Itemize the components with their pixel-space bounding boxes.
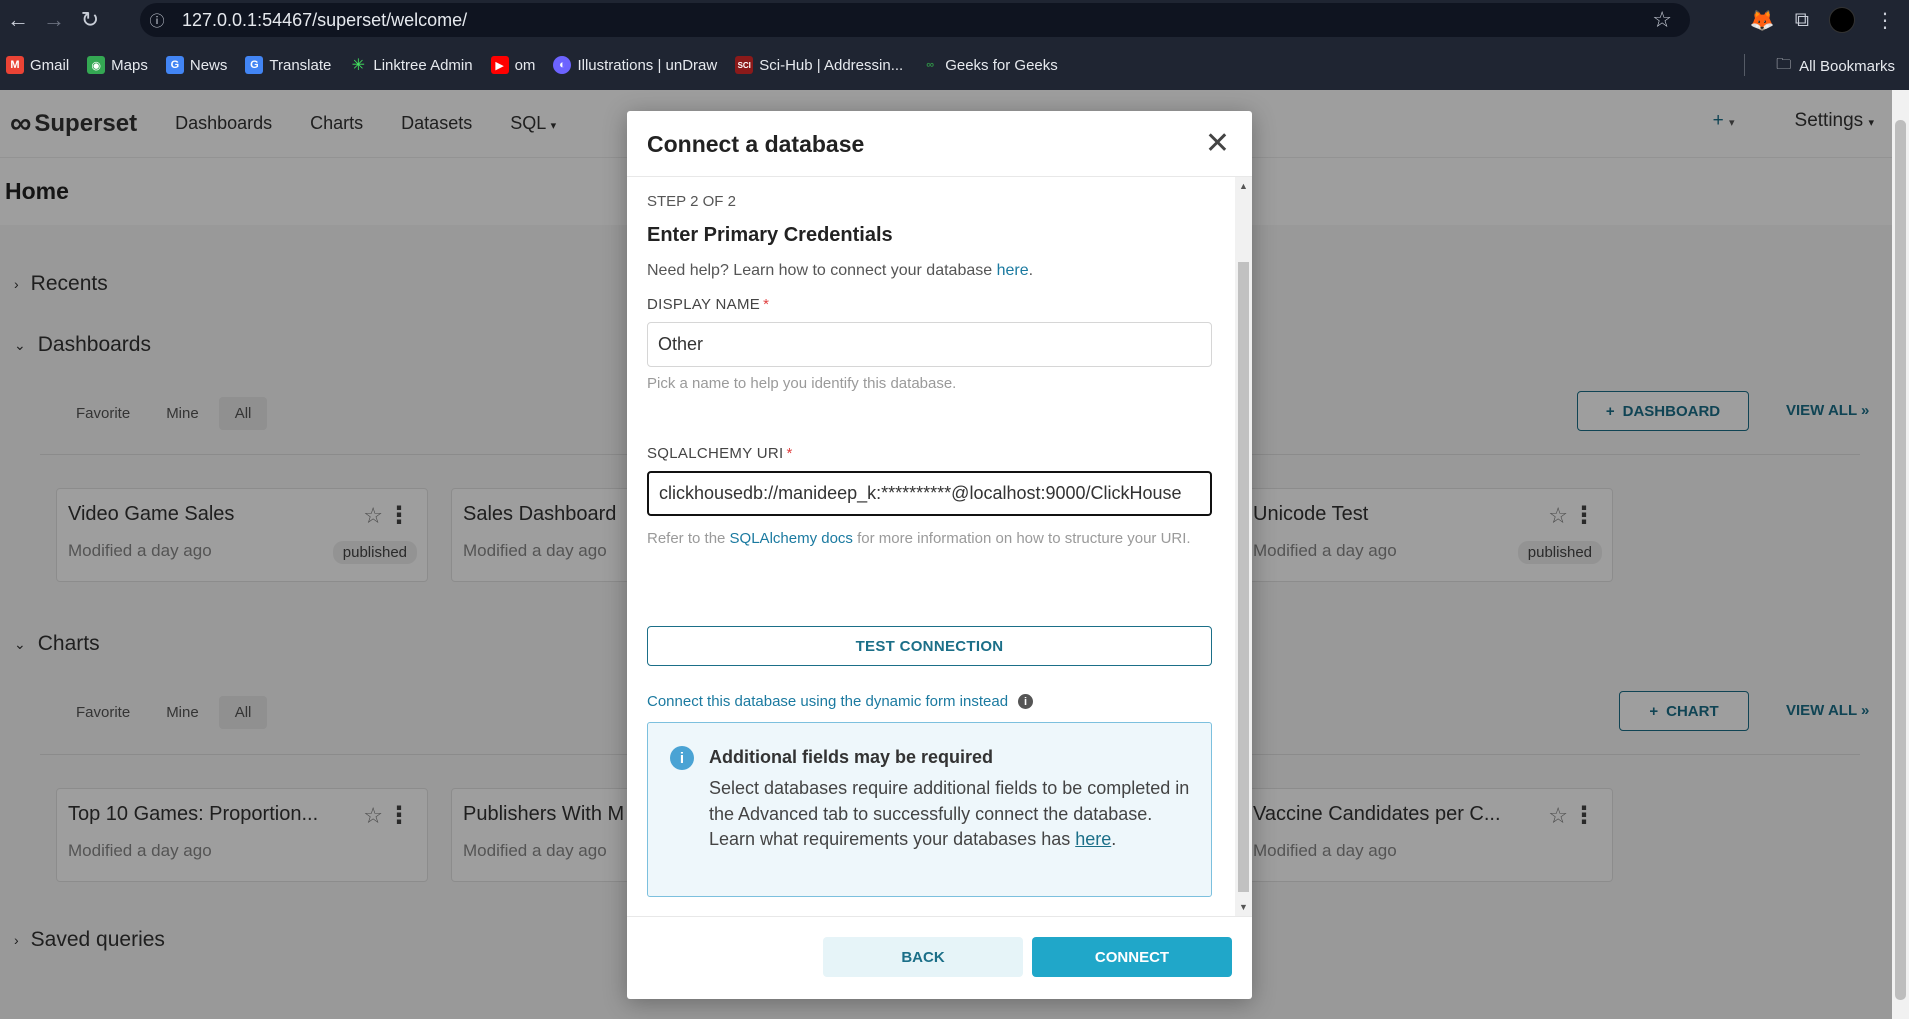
scroll-up-arrow-icon[interactable]: ▲ [1239, 181, 1248, 191]
bookmark-news[interactable]: G News [165, 56, 227, 74]
display-name-label: DISPLAY NAME * [647, 296, 770, 313]
modal-header: Connect a database ✕ [627, 111, 1252, 177]
page-scrollbar[interactable] [1892, 90, 1909, 1019]
alert-link[interactable]: here [1075, 829, 1111, 849]
translate-icon: G [245, 56, 264, 74]
bookmark-om[interactable]: ▶ om [490, 56, 535, 74]
all-bookmarks[interactable]: 🗀 All Bookmarks [1776, 54, 1895, 79]
bookmark-scihub[interactable]: SCI Sci-Hub | Addressin... [735, 56, 903, 74]
display-name-field[interactable]: Other [647, 322, 1212, 367]
bookmarks-divider [1744, 54, 1745, 76]
bookmark-maps[interactable]: ◉ Maps [87, 56, 148, 74]
extension-fox-icon[interactable]: 🦊 [1750, 8, 1775, 33]
modal-footer: BACK CONNECT [627, 916, 1252, 999]
bookmark-star-icon[interactable]: ☆ [1652, 7, 1672, 33]
info-alert: i Additional fields may be required Sele… [647, 722, 1212, 897]
extensions-puzzle-icon[interactable]: ⧉ [1795, 9, 1809, 32]
back-button[interactable]: BACK [823, 937, 1023, 977]
maps-icon: ◉ [87, 56, 106, 74]
youtube-icon: ▶ [490, 56, 509, 74]
form-subtitle: Enter Primary Credentials [647, 224, 893, 246]
gmail-icon: M [6, 56, 24, 74]
bookmarks-bar: M Gmail ◉ Maps G News G Translate ✳ Linktree … [0, 40, 1909, 90]
alert-title: Additional fields may be required [709, 747, 994, 767]
bookmark-translate[interactable]: G Translate [245, 56, 331, 74]
bookmark-undraw[interactable]: ◐ Illustrations | unDraw [553, 56, 717, 74]
browser-toolbar: ← → ↻ ⓘ 127.0.0.1:54467/superset/welcome… [0, 0, 1909, 40]
sqlalchemy-uri-field[interactable]: clickhousedb://manideep_k:**********@loc… [647, 471, 1212, 516]
connect-button[interactable]: CONNECT [1032, 937, 1232, 977]
gfg-icon: ∞ [926, 59, 935, 71]
linktree-icon: ✳ [351, 57, 366, 74]
alert-body: Select databases require additional fiel… [709, 778, 1190, 849]
site-info-icon[interactable]: ⓘ [140, 10, 174, 31]
connect-database-modal: Connect a database ✕ STEP 2 OF 2 Enter P… [627, 111, 1252, 999]
back-arrow-icon[interactable]: ← [0, 2, 36, 38]
sqlalchemy-uri-label: SQLALCHEMY URI * [647, 445, 793, 462]
dynamic-form-link[interactable]: Connect this database using the dynamic … [647, 693, 1034, 710]
sqlalchemy-docs-link[interactable]: SQLAlchemy docs [730, 530, 853, 547]
display-name-hint: Pick a name to help you identify this da… [647, 375, 957, 392]
close-icon[interactable]: ✕ [1205, 129, 1230, 159]
folder-icon: 🗀 [1776, 56, 1792, 73]
test-connection-button[interactable]: TEST CONNECTION [647, 626, 1212, 666]
bookmark-linktree[interactable]: ✳ Linktree Admin [349, 56, 473, 75]
undraw-icon: ◐ [553, 56, 572, 74]
bookmark-gfg[interactable]: ∞ Geeks for Geeks [921, 56, 1057, 74]
info-circle-icon: i [670, 746, 694, 770]
reload-icon[interactable]: ↻ [72, 2, 108, 38]
scroll-down-arrow-icon[interactable]: ▼ [1239, 902, 1248, 912]
modal-title: Connect a database [647, 131, 865, 157]
profile-avatar[interactable] [1829, 7, 1855, 33]
news-icon: G [165, 56, 184, 74]
info-icon[interactable]: i [1018, 694, 1034, 709]
forward-arrow-icon[interactable]: → [36, 2, 72, 38]
bookmark-gmail[interactable]: M Gmail [6, 56, 69, 74]
help-text: Need help? Learn how to connect your dat… [647, 262, 1034, 279]
address-bar[interactable]: ⓘ 127.0.0.1:54467/superset/welcome/ ☆ [140, 3, 1690, 37]
step-indicator: STEP 2 OF 2 [647, 193, 736, 210]
uri-hint: Refer to the SQLAlchemy docs for more in… [647, 530, 1191, 547]
modal-body: STEP 2 OF 2 Enter Primary Credentials Ne… [627, 177, 1252, 916]
help-link[interactable]: here [997, 262, 1029, 279]
scihub-icon: SCI [735, 56, 754, 74]
url-text: 127.0.0.1:54467/superset/welcome/ [182, 9, 468, 30]
modal-scrollbar[interactable]: ▲ ▼ [1235, 177, 1252, 916]
browser-menu-icon[interactable]: ⋮ [1875, 8, 1895, 33]
